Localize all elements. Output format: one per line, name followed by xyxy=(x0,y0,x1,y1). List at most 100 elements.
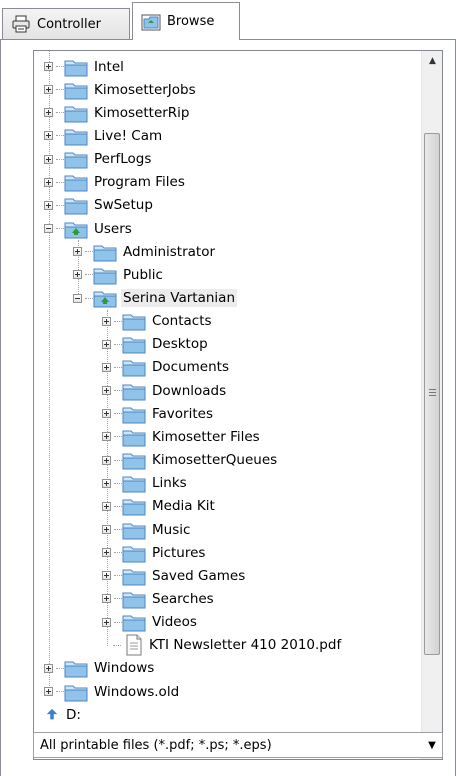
expand-plus-icon[interactable] xyxy=(44,687,53,697)
pdf-file-icon xyxy=(126,634,142,656)
expand-plus-icon[interactable] xyxy=(44,62,53,71)
expand-plus-icon[interactable] xyxy=(102,362,111,372)
tree-item[interactable]: Desktop xyxy=(102,333,210,356)
scroll-thumb[interactable] xyxy=(424,133,440,655)
tree-item[interactable]: Users xyxy=(44,217,134,240)
expand-plus-icon[interactable] xyxy=(44,108,53,118)
expand-plus-icon[interactable] xyxy=(44,154,53,164)
tree-connector-line xyxy=(56,667,64,669)
tree-connector-line xyxy=(114,529,122,530)
tree-item[interactable]: Searches xyxy=(102,587,216,610)
folder-icon xyxy=(93,268,117,285)
tree-item[interactable]: PerfLogs xyxy=(44,148,153,171)
tree-item[interactable]: Videos xyxy=(102,611,199,634)
tree-item[interactable]: Downloads xyxy=(102,379,228,402)
tree-item[interactable]: KimosetterQueues xyxy=(102,449,279,472)
expand-plus-icon[interactable] xyxy=(44,131,53,141)
folder-icon xyxy=(122,384,146,401)
vertical-scrollbar[interactable]: ▲ ▼ xyxy=(421,51,442,759)
tree-item-label: Links xyxy=(152,475,187,492)
folder-icon xyxy=(93,245,117,262)
tree-item-label: KimosetterQueues xyxy=(152,452,278,469)
expand-plus-icon[interactable] xyxy=(102,478,111,488)
tree-item[interactable]: D: xyxy=(44,703,83,726)
file-type-filter-value: All printable files (*.pdf; *.ps; *.eps) xyxy=(40,737,272,753)
tree-connector-line xyxy=(56,228,64,230)
expand-plus-icon[interactable] xyxy=(102,339,111,349)
expand-plus-icon[interactable] xyxy=(102,409,111,419)
tree-item[interactable]: Favorites xyxy=(102,402,215,425)
tree-item[interactable]: KimosetterRip xyxy=(44,101,192,124)
tree-item[interactable]: Pictures xyxy=(102,541,207,564)
tree-connector-line xyxy=(114,621,122,623)
file-type-filter-dropdown[interactable]: All printable files (*.pdf; *.ps; *.eps)… xyxy=(33,732,443,758)
expand-plus-icon[interactable] xyxy=(102,455,111,465)
expand-plus-icon[interactable] xyxy=(102,617,111,627)
folder-icon xyxy=(122,476,146,493)
tree-item-label: D: xyxy=(66,706,81,723)
tree-item[interactable]: Live! Cam xyxy=(44,124,164,147)
tab-controller-label: Controller xyxy=(37,16,101,32)
tree-item-label: Pictures xyxy=(152,544,206,561)
dropdown-arrow-icon[interactable]: ▼ xyxy=(422,733,442,757)
tree-item-label: Serina Vartanian xyxy=(121,289,238,307)
expand-plus-icon[interactable] xyxy=(102,548,111,558)
tree-item-label: Live! Cam xyxy=(94,127,163,144)
expand-plus-icon[interactable] xyxy=(44,177,53,187)
tree-item[interactable]: Saved Games xyxy=(102,564,247,587)
expand-plus-icon[interactable] xyxy=(102,501,111,511)
tab-controller[interactable]: Controller xyxy=(2,8,130,39)
folder-tree[interactable]: Intel KimosetterJobs KimosetterRip Live! Ca… xyxy=(33,50,443,760)
tree-item[interactable]: Administrator xyxy=(73,240,217,263)
tree-connector-line xyxy=(114,436,122,438)
folder-icon xyxy=(122,314,146,331)
tree-item[interactable]: Windows xyxy=(44,657,156,680)
expand-plus-icon[interactable] xyxy=(102,316,111,326)
expand-plus-icon[interactable] xyxy=(102,386,111,396)
tree-connector-line xyxy=(85,251,93,253)
tree-item[interactable]: Program Files xyxy=(44,171,187,194)
user-folder-icon xyxy=(93,291,117,308)
tree-item[interactable]: SwSetup xyxy=(44,194,155,217)
tree-item-label: Administrator xyxy=(123,243,216,260)
tree-item[interactable]: Public xyxy=(73,263,165,286)
expand-plus-icon[interactable] xyxy=(44,200,53,210)
tree-item-label: Favorites xyxy=(152,405,213,422)
expand-plus-icon[interactable] xyxy=(102,594,111,604)
tree-item[interactable]: Intel xyxy=(44,55,126,78)
tree-item[interactable]: Windows.old xyxy=(44,680,181,703)
collapse-minus-icon[interactable] xyxy=(73,293,82,303)
collapse-minus-icon[interactable] xyxy=(44,224,53,234)
expand-plus-icon[interactable] xyxy=(73,247,82,257)
tree-item-label: KimosetterRip xyxy=(94,104,190,121)
folder-icon xyxy=(122,360,146,377)
tree-item[interactable]: Music xyxy=(102,518,192,541)
tree-item-label: SwSetup xyxy=(94,197,153,214)
tree-item[interactable]: Contacts xyxy=(102,310,214,333)
folder-icon xyxy=(122,453,146,470)
tree-item[interactable]: Media Kit xyxy=(102,495,217,518)
tree-item-label: KimosetterJobs xyxy=(94,81,196,98)
tree-connector-line xyxy=(114,505,122,507)
expand-plus-icon[interactable] xyxy=(102,525,111,534)
expand-plus-icon[interactable] xyxy=(102,432,111,442)
tree-item[interactable]: Serina Vartanian xyxy=(73,287,238,310)
tree-connector-line xyxy=(56,135,64,137)
tree-item-label: Searches xyxy=(152,590,214,607)
expand-plus-icon[interactable] xyxy=(44,663,53,673)
tree-item[interactable]: Kimosetter Files xyxy=(102,425,262,448)
expand-plus-icon[interactable] xyxy=(102,571,111,581)
tree-item[interactable]: Links xyxy=(102,472,189,495)
tree-item[interactable]: KTI Newsletter 410 2010.pdf xyxy=(102,634,343,657)
scroll-grip-line xyxy=(429,389,436,390)
tree-item[interactable]: KimosetterJobs xyxy=(44,78,198,101)
expand-plus-icon[interactable] xyxy=(73,270,82,280)
tab-browse[interactable]: Browse xyxy=(132,2,240,40)
scroll-up-arrow[interactable]: ▲ xyxy=(422,51,442,71)
tree-connector-line xyxy=(56,691,64,693)
tree-connector-line xyxy=(56,112,64,114)
tree-item-label: Documents xyxy=(152,359,229,376)
tree-item-label: Program Files xyxy=(94,174,185,191)
expand-plus-icon[interactable] xyxy=(44,85,53,95)
tree-item[interactable]: Documents xyxy=(102,356,231,379)
